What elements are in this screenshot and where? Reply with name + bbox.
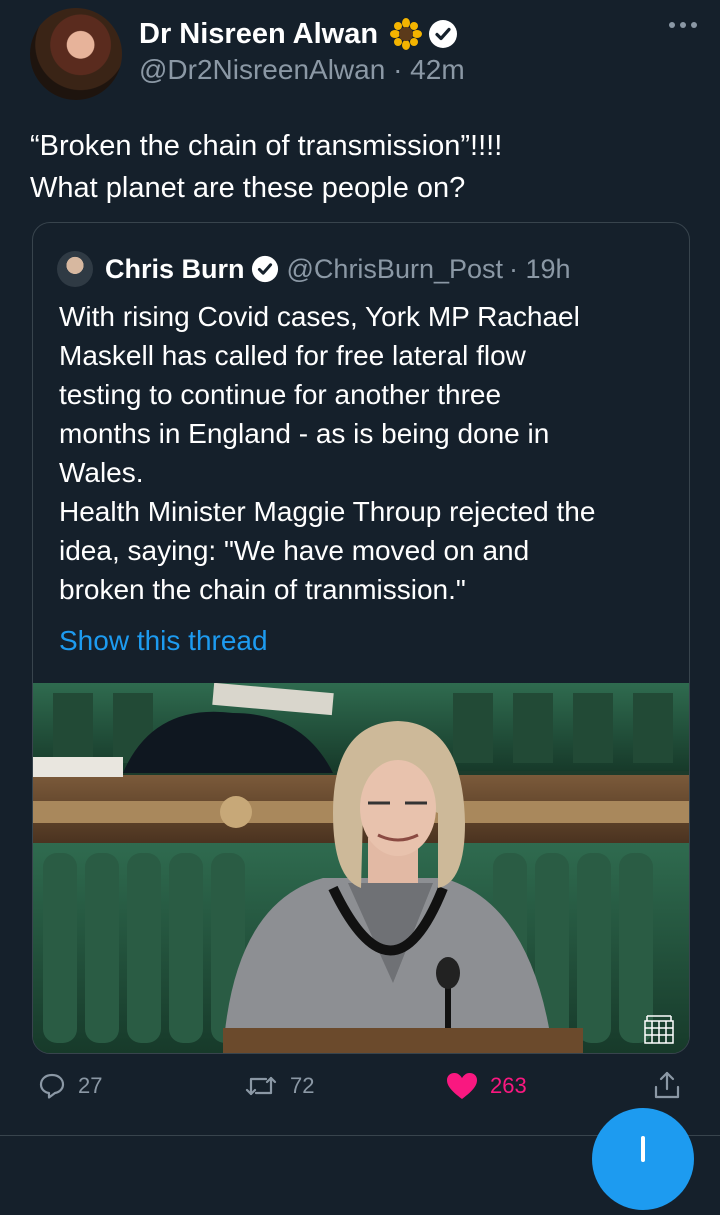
compose-fab-button[interactable] (592, 1108, 694, 1210)
reply-count: 27 (78, 1073, 103, 1098)
like-button[interactable]: 263 (446, 1072, 527, 1100)
quoted-tweet[interactable]: Chris Burn @ChrisBurn_Post · 19h With ri… (32, 222, 690, 1054)
quote-text-line: testing to continue for another three (59, 379, 502, 410)
quote-text-line: months in England - as is being done in (59, 418, 550, 449)
share-button[interactable] (652, 1070, 694, 1100)
tweet-time[interactable]: · 42m (393, 54, 465, 85)
author-row: Dr Nisreen Alwan (139, 14, 458, 54)
reply-icon (39, 1073, 65, 1099)
retweet-count: 72 (290, 1073, 315, 1098)
quote-author-name: Chris Burn (105, 253, 245, 284)
quote-text-line: broken the chain of tranmission." (59, 574, 466, 605)
quote-text-line: idea, saying: "We have moved on and (59, 535, 530, 566)
verified-icon (251, 255, 278, 283)
more-icon[interactable] (668, 20, 698, 30)
quote-text-line: Health Minister Maggie Throup rejected t… (59, 496, 596, 527)
show-thread-link[interactable]: Show this thread (59, 625, 268, 657)
quote-text-line: Wales. (59, 457, 144, 488)
retweet-icon (245, 1076, 277, 1096)
verified-icon (429, 20, 458, 48)
commons-photo (33, 683, 689, 1053)
tweet-text-line: “Broken the chain of transmission”!!!! (30, 130, 503, 162)
quote-media-image[interactable] (33, 683, 689, 1053)
quote-text-line: With rising Covid cases, York MP Rachael (59, 301, 580, 332)
like-count: 263 (490, 1073, 527, 1098)
retweet-button[interactable]: 72 (244, 1072, 314, 1100)
tweet-text: “Broken the chain of transmission”!!!! W… (30, 125, 690, 209)
tweet-text-line: What planet are these people on? (30, 172, 466, 204)
share-icon (654, 1071, 680, 1099)
compose-icon (641, 1136, 645, 1162)
avatar[interactable] (30, 8, 122, 100)
author-name[interactable]: Dr Nisreen Alwan (139, 18, 378, 51)
quote-header: Chris Burn @ChrisBurn_Post · 19h (57, 251, 571, 287)
quote-text: With rising Covid cases, York MP Rachael… (59, 297, 669, 609)
quote-text-line: Maskell has called for free lateral flow (59, 340, 526, 371)
quote-time: · 19h (509, 253, 571, 284)
quote-author-handle: @ChrisBurn_Post (286, 253, 504, 284)
author-handle[interactable]: @Dr2NisreenAlwan (139, 54, 385, 85)
quote-avatar (57, 251, 93, 287)
handle-row: @Dr2NisreenAlwan · 42m (139, 54, 465, 86)
reply-button[interactable]: 27 (38, 1072, 102, 1100)
sunflower-icon (390, 18, 423, 50)
like-icon (447, 1073, 477, 1099)
